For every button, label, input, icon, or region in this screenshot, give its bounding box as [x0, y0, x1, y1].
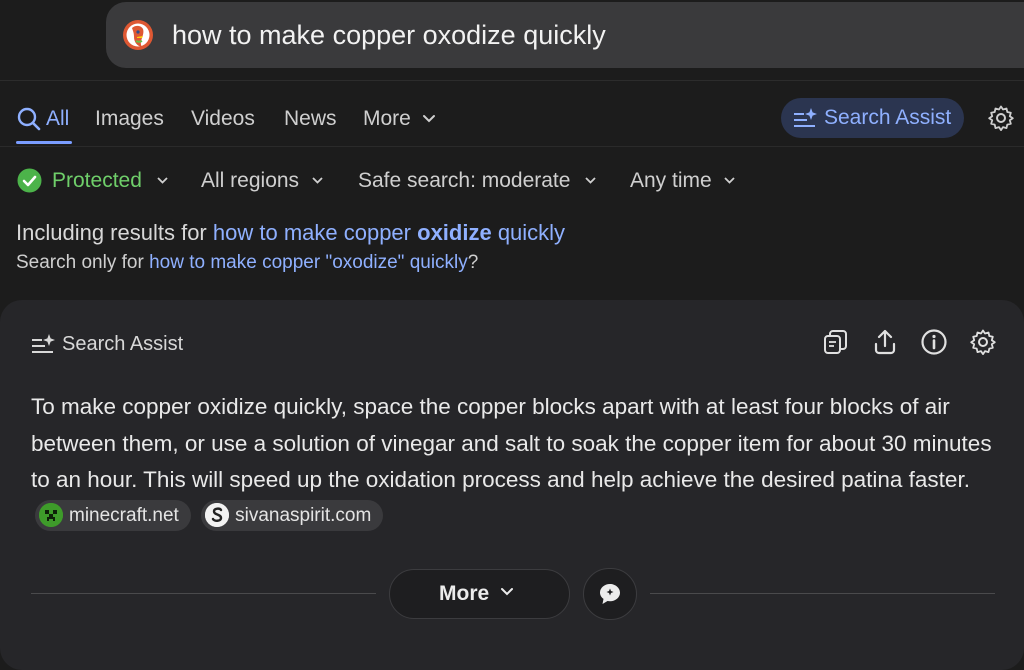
divider — [0, 80, 1024, 81]
search-assist-answer: To make copper oxidize quickly, space th… — [31, 389, 1006, 535]
gear-icon[interactable] — [969, 328, 997, 356]
answer-text: To make copper oxidize quickly, space th… — [31, 394, 992, 492]
corrected-query-link[interactable]: how to make copper oxidize quickly — [213, 220, 565, 245]
source-chip-sivanaspirit[interactable]: sivanaspirit.com — [201, 500, 384, 532]
minecraft-creeper-icon — [39, 503, 63, 528]
divider — [0, 146, 1024, 147]
corrected-query-part: quickly — [491, 220, 566, 245]
tab-videos[interactable]: Videos — [191, 106, 255, 132]
corrected-query-part: how to make copper — [212, 220, 418, 245]
tab-all[interactable]: All — [46, 106, 69, 132]
chevron-down-icon — [724, 177, 735, 184]
info-icon[interactable] — [920, 328, 948, 356]
search-assist-title: Search Assist — [62, 333, 184, 355]
more-button[interactable]: More — [389, 569, 570, 619]
source-label: sivanaspirit.com — [235, 505, 372, 527]
tab-more[interactable]: More — [363, 106, 411, 132]
chevron-down-icon — [157, 177, 168, 184]
duckduckgo-logo[interactable] — [122, 19, 154, 51]
sparkle-list-icon — [32, 334, 55, 353]
gear-icon[interactable] — [987, 104, 1015, 132]
chevron-down-icon — [312, 177, 323, 184]
divider — [650, 593, 995, 594]
protection-filter[interactable]: Protected — [52, 169, 142, 193]
source-label: minecraft.net — [69, 505, 179, 527]
chat-icon — [600, 584, 620, 604]
search-only-prefix: Search only for — [16, 252, 144, 273]
chevron-down-icon — [501, 588, 513, 596]
including-prefix: Including results for — [16, 220, 207, 245]
divider — [31, 593, 376, 594]
search-assist-button[interactable]: Search Assist — [781, 98, 964, 138]
share-icon[interactable] — [871, 328, 899, 356]
original-query-link[interactable]: how to make copper "oxodize" quickly — [149, 252, 468, 273]
safe-search-filter[interactable]: Safe search: moderate — [358, 169, 570, 193]
active-tab-indicator — [16, 141, 72, 144]
source-chip-minecraft[interactable]: minecraft.net — [35, 500, 191, 532]
search-icon — [17, 107, 41, 131]
search-assist-label: Search Assist — [824, 106, 952, 129]
search-only-notice: Search only for how to make copper "oxod… — [16, 251, 478, 275]
including-results-notice: Including results for how to make copper… — [16, 220, 565, 246]
tab-images[interactable]: Images — [95, 106, 164, 132]
sivanaspirit-logo-icon — [205, 503, 230, 528]
region-filter[interactable]: All regions — [201, 169, 299, 193]
corrected-word: oxidize — [417, 220, 492, 245]
search-filters: Protected All regions Safe search: moder… — [0, 166, 1024, 196]
chevron-down-icon — [423, 115, 435, 123]
search-query[interactable]: how to make copper oxodize quickly — [172, 19, 606, 51]
search-only-suffix: ? — [467, 252, 479, 273]
time-filter[interactable]: Any time — [630, 169, 712, 193]
more-button-label: More — [439, 582, 490, 605]
sparkle-list-icon — [794, 108, 817, 127]
tab-news[interactable]: News — [284, 106, 337, 132]
chat-button[interactable] — [583, 568, 637, 620]
chevron-down-icon — [585, 177, 596, 184]
copy-icon[interactable] — [822, 328, 850, 356]
